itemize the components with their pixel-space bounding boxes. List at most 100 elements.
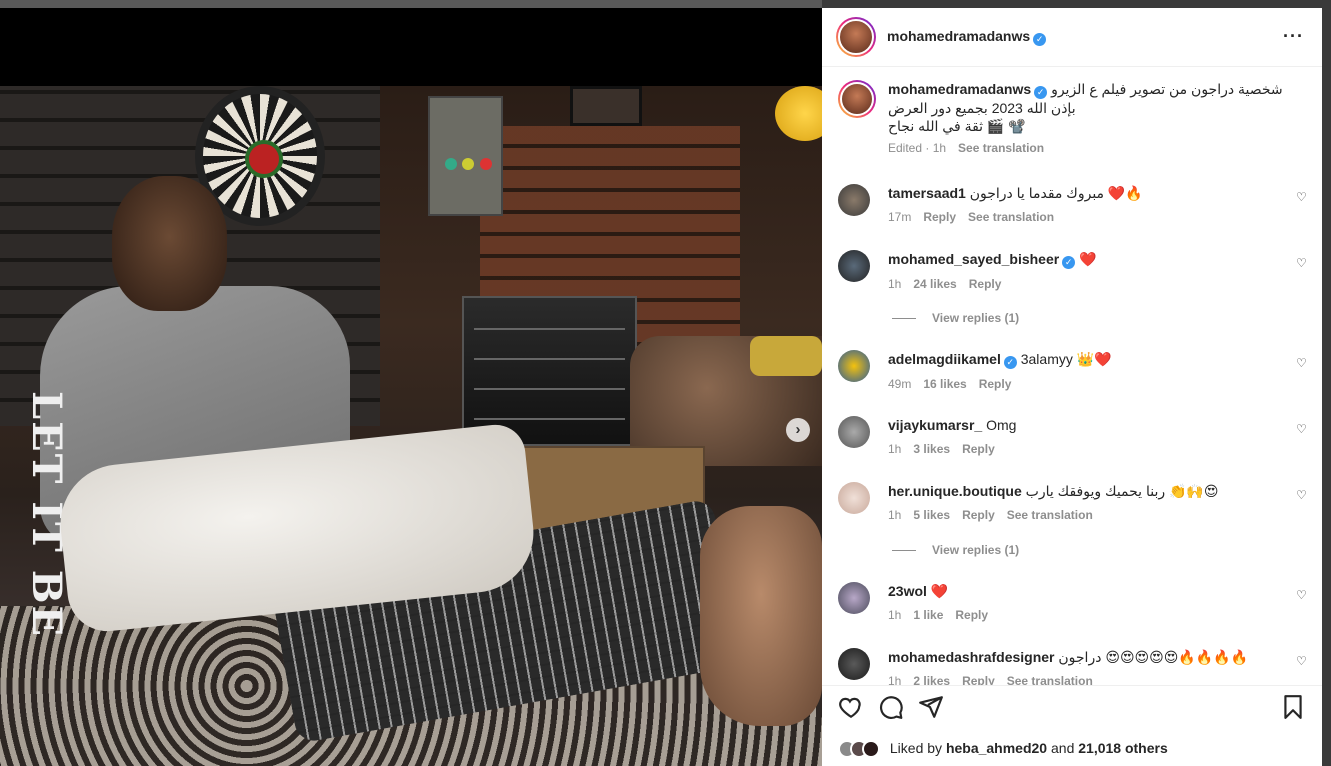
comment-text: ❤️: [1079, 251, 1097, 267]
like-heart-icon[interactable]: [838, 694, 864, 720]
reply-button[interactable]: Reply: [955, 608, 988, 622]
save-bookmark-icon[interactable]: [1280, 694, 1306, 720]
comment-time: 17m: [888, 210, 912, 224]
bare-foot: [700, 506, 822, 726]
like-comment-heart-icon[interactable]: ♡: [1296, 256, 1308, 270]
caption-line-1: شخصية دراجون من تصوير فيلم ع الزيرو: [1051, 81, 1283, 97]
reply-button[interactable]: Reply: [962, 508, 995, 522]
caption-meta: Edited · 1h See translation: [888, 141, 1288, 155]
wall-frame: [570, 86, 642, 126]
like-comment-heart-icon[interactable]: ♡: [1296, 190, 1308, 204]
next-arrow-button[interactable]: ›: [786, 418, 810, 442]
reply-button[interactable]: Reply: [979, 377, 1012, 391]
yellow-pillow: [750, 336, 822, 376]
comment-time: 1h: [888, 442, 902, 456]
reply-button[interactable]: Reply: [923, 210, 956, 224]
comment-avatar[interactable]: [838, 482, 870, 514]
top-bar: [0, 0, 822, 8]
author-name-wrap: mohamedramadanws ✓: [887, 28, 1047, 46]
panel-led: [445, 158, 457, 170]
comment-username[interactable]: adelmagdiikamel: [888, 351, 1001, 367]
comment-row: adelmagdiikamel ✓ 3alamyy 👑❤️ 49m 16 likes…: [838, 350, 1308, 400]
comment-row: her.unique.boutique ربنا يحميك ويوفقك يا…: [838, 482, 1308, 532]
comment-time: 1h: [888, 508, 902, 522]
comment-row: 23wol ❤️ 1h 1 like Reply ♡: [838, 582, 1308, 632]
verified-icon: ✓: [1034, 86, 1048, 99]
comment-username[interactable]: her.unique.boutique: [888, 483, 1022, 499]
post-actions: [822, 685, 1322, 729]
comment-bubble-icon[interactable]: [878, 694, 904, 720]
comment-row: vijaykumarsr_ Omg 1h 3 likes Reply ♡: [838, 416, 1308, 466]
comment-username[interactable]: 23wol: [888, 583, 927, 599]
stereo-system: [462, 296, 637, 446]
comment-avatar[interactable]: [838, 582, 870, 614]
comment-avatar[interactable]: [838, 416, 870, 448]
comment-likes[interactable]: 3 likes: [913, 442, 950, 456]
comment-time: 1h: [888, 277, 902, 291]
see-translation-link[interactable]: See translation: [958, 141, 1044, 155]
reply-button[interactable]: Reply: [962, 442, 995, 456]
view-replies-button[interactable]: View replies (1): [892, 311, 1019, 325]
reply-button[interactable]: Reply: [962, 674, 995, 685]
caption-line-3: ثقة في الله نجاح 🎬 📽️: [888, 118, 1026, 134]
like-comment-heart-icon[interactable]: ♡: [1296, 422, 1308, 436]
comment-row: tamersaad1 مبروك مقدما يا دراجون ❤️🔥 17m…: [838, 184, 1308, 234]
comment-likes[interactable]: 5 likes: [913, 508, 950, 522]
verified-icon: ✓: [1003, 356, 1017, 369]
see-translation-link[interactable]: See translation: [1007, 674, 1093, 685]
comment-time: 1h: [888, 674, 902, 685]
post-sidebar: mohamedramadanws ✓ ··· mohamedramadanws ✓ …: [822, 8, 1322, 766]
comment-likes[interactable]: 1 like: [913, 608, 943, 622]
caption-body: mohamedramadanws ✓ شخصية دراجون من تصوير …: [888, 80, 1288, 155]
like-comment-heart-icon[interactable]: ♡: [1296, 488, 1308, 502]
comment-row: mohamedashrafdesigner دراجون 😍😍😍😍😍🔥🔥🔥🔥 1…: [838, 648, 1308, 685]
likes-count[interactable]: 21,018 others: [1078, 740, 1168, 756]
caption: mohamedramadanws ✓ شخصية دراجون من تصوير …: [838, 80, 1308, 170]
comment-avatar[interactable]: [838, 648, 870, 680]
caption-avatar[interactable]: [838, 80, 876, 118]
man-head: [112, 176, 227, 311]
switch-panel: [428, 96, 503, 216]
caption-username[interactable]: mohamedramadanws: [888, 81, 1031, 97]
comment-time: 1h: [888, 608, 902, 622]
like-comment-heart-icon[interactable]: ♡: [1296, 588, 1308, 602]
post-header: mohamedramadanws ✓ ···: [822, 8, 1322, 67]
share-paper-plane-icon[interactable]: [918, 694, 944, 720]
comment-avatar[interactable]: [838, 184, 870, 216]
see-translation-link[interactable]: See translation: [1007, 508, 1093, 522]
comment-username[interactable]: mohamed_sayed_bisheer: [888, 251, 1059, 267]
author-avatar[interactable]: [836, 17, 876, 57]
comment-likes[interactable]: 24 likes: [913, 277, 956, 291]
comment-likes[interactable]: 16 likes: [923, 377, 966, 391]
comment-username[interactable]: tamersaad1: [888, 185, 966, 201]
lamp: [775, 86, 822, 141]
caption-edited: Edited · 1h: [888, 141, 947, 155]
post-photo: LET IT BE: [0, 86, 822, 766]
author-username[interactable]: mohamedramadanws: [887, 28, 1030, 44]
see-translation-link[interactable]: See translation: [968, 210, 1054, 224]
comment-text: ❤️: [930, 583, 949, 599]
comment-avatar[interactable]: [838, 250, 870, 282]
like-comment-heart-icon[interactable]: ♡: [1296, 356, 1308, 370]
liked-by: Liked by heba_ahmed20 and 21,018 others: [838, 740, 1168, 759]
comment-text: ربنا يحميك ويوفقك يارب 👏🙌😍: [1025, 483, 1219, 499]
comment-avatar[interactable]: [838, 350, 870, 382]
comment-likes[interactable]: 2 likes: [913, 674, 950, 685]
comment-username[interactable]: vijaykumarsr_: [888, 417, 982, 433]
liked-by-prefix: Liked by: [889, 740, 943, 756]
reply-button[interactable]: Reply: [969, 277, 1002, 291]
caption-line-2: بإذن الله 2023 بجميع دور العرض: [888, 100, 1076, 116]
liker-avatar[interactable]: [862, 740, 880, 759]
comment-time: 49m: [888, 377, 912, 391]
comment-username[interactable]: mohamedashrafdesigner: [888, 649, 1055, 665]
view-replies-button[interactable]: View replies (1): [892, 543, 1019, 557]
liked-by-user[interactable]: heba_ahmed20: [946, 740, 1047, 756]
comments-list: mohamedramadanws ✓ شخصية دراجون من تصوير …: [822, 68, 1322, 685]
window-edge: [1322, 0, 1331, 766]
more-options-icon[interactable]: ···: [1283, 26, 1304, 47]
post-media: LET IT BE ›: [0, 8, 822, 766]
panel-led: [480, 158, 492, 170]
like-comment-heart-icon[interactable]: ♡: [1296, 654, 1308, 668]
liked-by-and: and: [1051, 740, 1075, 756]
instagram-post-modal: LET IT BE › mohamedramadanws ✓ ··· mohame…: [0, 0, 1331, 766]
